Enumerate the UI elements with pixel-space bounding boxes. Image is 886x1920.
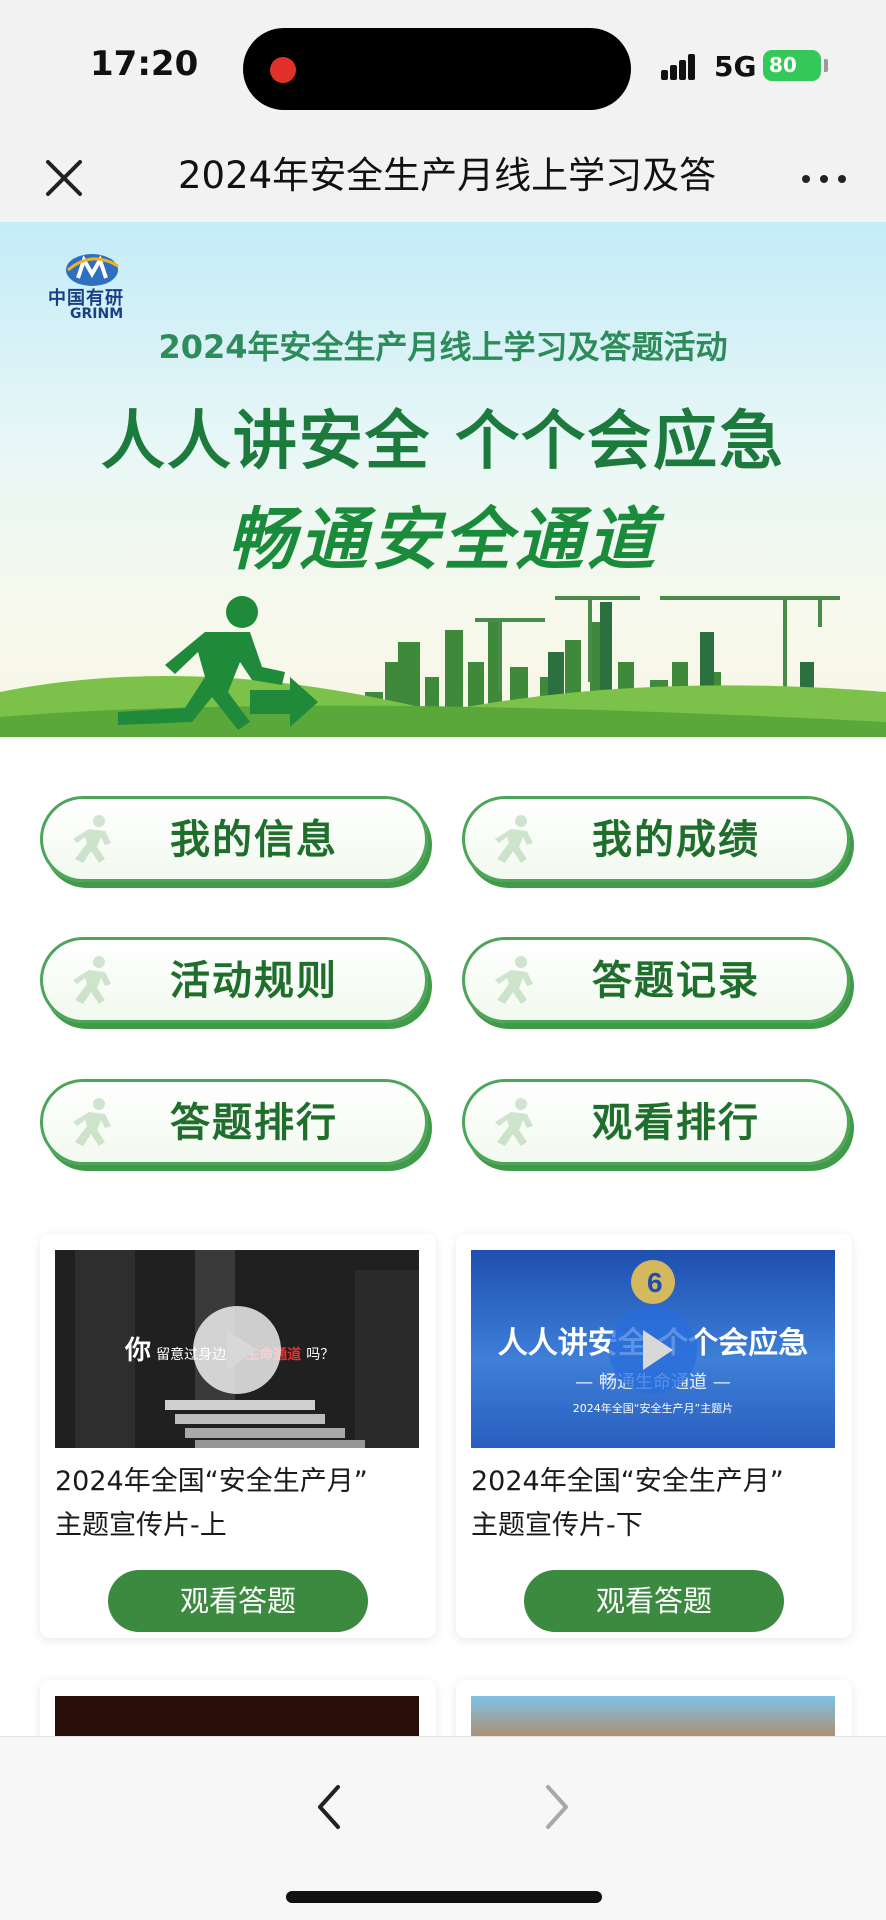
chevron-left-icon bbox=[318, 1785, 340, 1829]
battery-cap bbox=[824, 59, 828, 72]
logo-text-en: GRINM bbox=[70, 306, 124, 322]
watch-answer-button[interactable]: 观看答题 bbox=[108, 1570, 368, 1632]
menu-label: 活动规则 bbox=[170, 958, 338, 1004]
banner-subtitle: 2024年安全生产月线上学习及答题活动 bbox=[158, 328, 728, 366]
banner-slogan-secondary: 畅通安全通道 bbox=[226, 501, 659, 580]
video-thumbnail[interactable]: 你 留意过身边的 生命通道 吗？ bbox=[55, 1250, 419, 1448]
dynamic-island bbox=[243, 28, 631, 110]
activity-rules-button[interactable]: 活动规则 bbox=[40, 937, 428, 1023]
status-time: 17:20 bbox=[90, 44, 199, 84]
play-icon[interactable] bbox=[193, 1306, 281, 1394]
battery-icon: 80 bbox=[763, 50, 821, 81]
thumbnail-caption-big: 你 bbox=[125, 1336, 152, 1366]
forward-button[interactable] bbox=[536, 1777, 580, 1837]
menu-label: 观看排行 bbox=[592, 1100, 760, 1146]
my-info-button[interactable]: 我的信息 bbox=[40, 796, 428, 882]
svg-text:6: 6 bbox=[647, 1267, 663, 1298]
banner-slogan-primary: 人人讲安全 个个会应急 bbox=[100, 405, 786, 479]
thumbnail-caption-b: 吗？ bbox=[306, 1347, 335, 1363]
status-bar: 17:20 5G 80 bbox=[0, 0, 886, 130]
recording-indicator-icon bbox=[270, 57, 296, 83]
close-button[interactable] bbox=[38, 152, 90, 204]
video-thumbnail[interactable]: 6 人人讲安全 个个会应急 — 畅通生命通道 — 2024年全国“安全生产月”主… bbox=[471, 1250, 835, 1448]
menu-label: 我的信息 bbox=[170, 817, 338, 863]
close-icon bbox=[46, 160, 82, 196]
video-card[interactable]: 6 人人讲安全 个个会应急 — 畅通生命通道 — 2024年全国“安全生产月”主… bbox=[456, 1234, 852, 1638]
chevron-right-icon bbox=[546, 1785, 568, 1829]
menu-label: 我的成绩 bbox=[592, 817, 760, 863]
my-score-button[interactable]: 我的成绩 bbox=[462, 796, 850, 882]
answer-records-button[interactable]: 答题记录 bbox=[462, 937, 850, 1023]
menu-label: 答题排行 bbox=[170, 1100, 338, 1146]
video-card[interactable]: 你 留意过身边的 生命通道 吗？ 2024年全国“安全生产月” 主题宣传片-上 … bbox=[40, 1234, 436, 1638]
video-title: 2024年全国“安全生产月” 主题宣传片-下 bbox=[471, 1460, 841, 1548]
watch-answer-button[interactable]: 观看答题 bbox=[524, 1570, 784, 1632]
page-title: 2024年安全生产月线上学习及答 bbox=[178, 154, 717, 197]
menu-label: 答题记录 bbox=[592, 958, 760, 1004]
video-title-line1: 2024年全国“安全生产月” bbox=[55, 1466, 368, 1497]
video-title-line1: 2024年全国“安全生产月” bbox=[471, 1466, 784, 1497]
browser-toolbar bbox=[0, 1736, 886, 1920]
home-indicator[interactable] bbox=[286, 1891, 602, 1903]
signal-strength-icon bbox=[661, 52, 703, 80]
video-title-line2: 主题宣传片-下 bbox=[471, 1510, 643, 1541]
more-button[interactable] bbox=[798, 152, 850, 204]
play-icon[interactable] bbox=[609, 1306, 697, 1394]
more-icon bbox=[802, 175, 810, 183]
title-bar: 2024年安全生产月线上学习及答 bbox=[0, 130, 886, 222]
answer-ranking-button[interactable]: 答题排行 bbox=[40, 1079, 428, 1165]
thumbnail-footnote: 2024年全国“安全生产月”主题片 bbox=[572, 1402, 734, 1415]
video-title-line2: 主题宣传片-上 bbox=[55, 1510, 227, 1541]
back-button[interactable] bbox=[306, 1777, 350, 1837]
battery-level: 80 bbox=[769, 53, 797, 77]
banner: 中国有研 GRINM 2024年安全生产月线上学习及答题活动 人人讲安全 个个会… bbox=[0, 222, 886, 737]
video-title: 2024年全国“安全生产月” 主题宣传片-上 bbox=[55, 1460, 425, 1548]
watch-ranking-button[interactable]: 观看排行 bbox=[462, 1079, 850, 1165]
network-type: 5G bbox=[714, 50, 757, 83]
